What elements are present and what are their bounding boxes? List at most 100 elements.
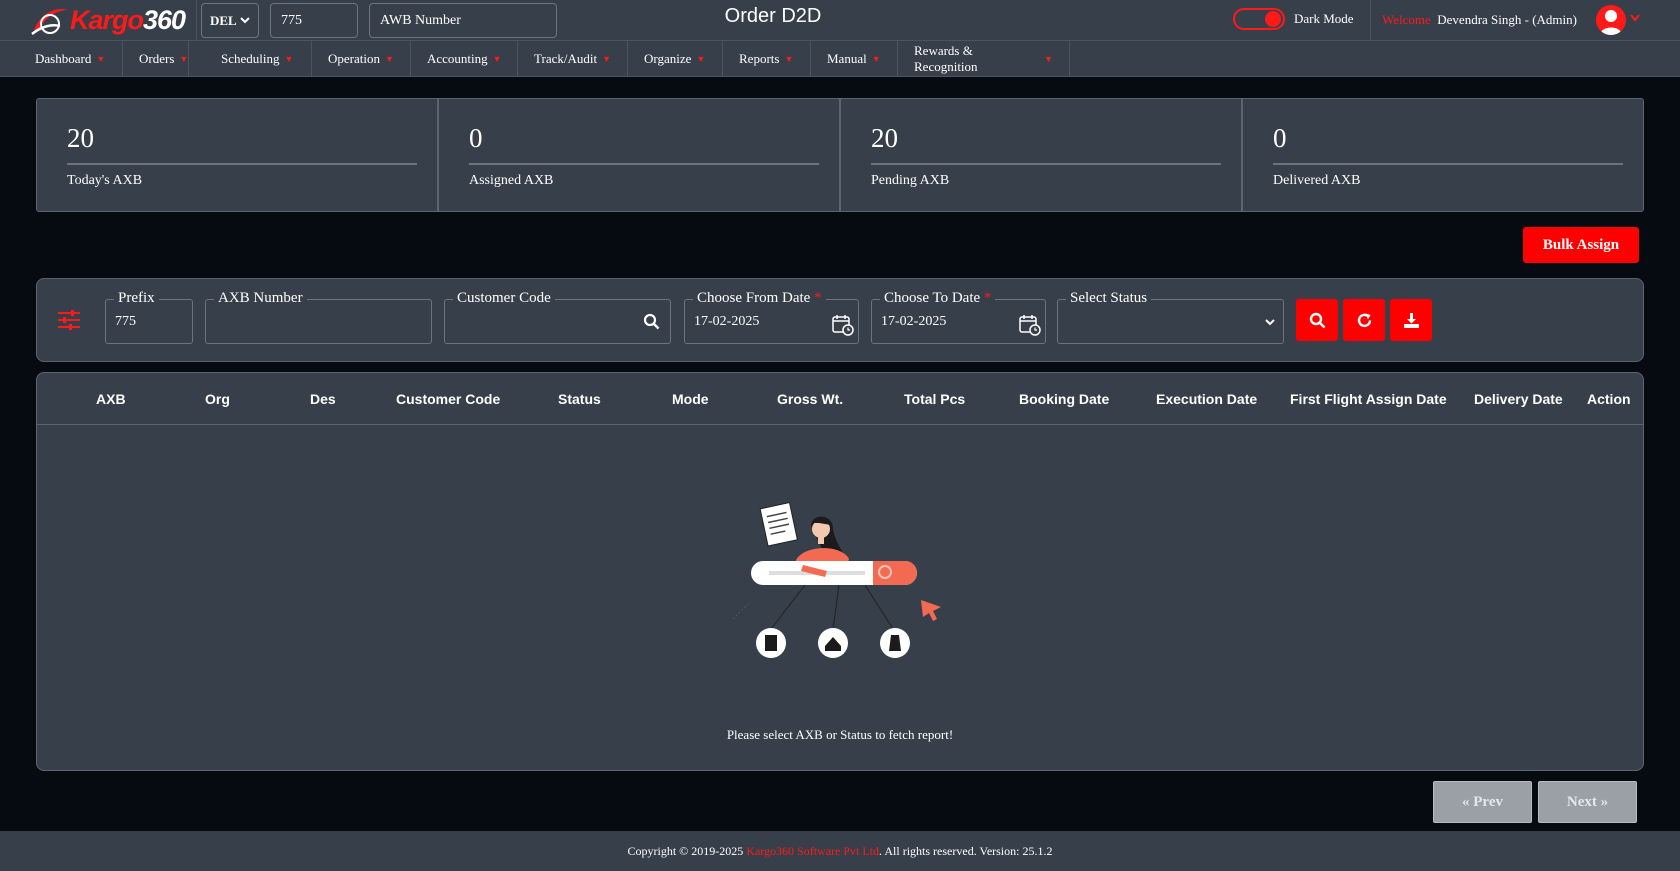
stat-value: 0 <box>469 123 483 153</box>
to-date-value: 17-02-2025 <box>881 314 947 329</box>
table-header: AXB Org Des Customer Code Status Mode Gr… <box>37 373 1643 425</box>
company-link[interactable]: Kargo360 Software Pvt Ltd <box>746 844 879 858</box>
to-date-field[interactable]: Choose To Date * 17-02-2025 <box>871 290 1046 344</box>
status-select[interactable]: Select Status <box>1057 290 1284 344</box>
welcome-text: Welcome Devendra Singh - (Admin) <box>1382 12 1577 28</box>
no-data-illustration <box>732 501 941 658</box>
chevron-down-icon[interactable] <box>1630 14 1640 22</box>
empty-state-message: Please select AXB or Status to fetch rep… <box>726 727 954 742</box>
chevron-down-icon: ▼ <box>96 54 106 64</box>
chevron-down-icon: ▼ <box>1044 54 1053 64</box>
nav-item-manual[interactable]: Manual ▼ <box>811 41 898 77</box>
awb-number-input[interactable] <box>369 3 557 38</box>
chevron-down-icon: ▼ <box>696 54 706 64</box>
airline-prefix-input[interactable] <box>270 3 358 38</box>
calendar-icon[interactable] <box>1019 314 1041 336</box>
column-header-customer-code[interactable]: Customer Code <box>396 391 500 407</box>
column-header-mode[interactable]: Mode <box>672 391 709 407</box>
nav-label: Orders <box>139 51 175 66</box>
stat-label: Pending AXB <box>871 173 950 188</box>
stat-card-pending-axb: 20 Pending AXB <box>841 99 1243 211</box>
search-button[interactable] <box>1296 299 1338 341</box>
nav-item-rewards[interactable]: Rewards & Recognition ▼ <box>898 41 1070 77</box>
download-button[interactable] <box>1390 299 1432 341</box>
divider <box>196 0 197 41</box>
column-header-des[interactable]: Des <box>310 391 336 407</box>
chevron-down-icon: ▼ <box>284 54 294 64</box>
kargo360-logo[interactable]: Kargo360 <box>30 4 186 36</box>
prefix-field[interactable]: Prefix 775 <box>105 290 193 344</box>
column-header-status[interactable]: Status <box>558 391 601 407</box>
user-icon <box>1600 10 1622 35</box>
nav-item-accounting[interactable]: Accounting ▼ <box>411 41 518 77</box>
calendar-icon[interactable] <box>832 314 854 336</box>
nav-item-scheduling[interactable]: Scheduling ▼ <box>205 41 312 77</box>
search-icon <box>1309 312 1325 328</box>
column-header-execution-date[interactable]: Execution Date <box>1156 391 1257 407</box>
filter-panel: Prefix 775 AXB Number Customer Code Choo… <box>36 278 1644 362</box>
nav-item-dashboard[interactable]: Dashboard ▼ <box>19 41 123 77</box>
next-page-button[interactable]: Next » <box>1538 781 1637 823</box>
nav-label: Rewards & Recognition <box>914 43 978 74</box>
station-select[interactable]: DEL <box>201 3 259 38</box>
column-header-total-pcs[interactable]: Total Pcs <box>904 391 965 407</box>
customer-code-label: Customer Code <box>453 290 555 307</box>
column-header-first-flight-assign-date[interactable]: First Flight Assign Date <box>1290 391 1447 407</box>
logo-swoosh-icon <box>31 8 68 35</box>
prev-label: Prev <box>1473 793 1503 810</box>
bulk-assign-button[interactable]: Bulk Assign <box>1523 227 1639 263</box>
nav-item-operation[interactable]: Operation ▼ <box>312 41 411 77</box>
required-mark: * <box>814 290 822 306</box>
column-header-axb[interactable]: AXB <box>96 391 126 407</box>
axb-number-label: AXB Number <box>214 290 307 307</box>
stat-value: 20 <box>871 123 898 153</box>
nav-label: Organize <box>644 51 692 66</box>
search-icon[interactable] <box>643 313 660 330</box>
station-value: DEL <box>210 12 237 28</box>
nav-item-track-audit[interactable]: Track/Audit ▼ <box>518 41 628 77</box>
user-avatar[interactable] <box>1596 5 1626 35</box>
reset-button[interactable] <box>1343 299 1385 341</box>
stat-label: Delivered AXB <box>1273 173 1361 188</box>
to-date-label: Choose To Date * <box>880 290 996 307</box>
refresh-icon <box>1357 313 1371 327</box>
customer-code-field[interactable]: Customer Code <box>444 290 671 344</box>
footer: Copyright © 2019-2025 Kargo360 Software … <box>0 831 1680 871</box>
chevron-down-icon: ▼ <box>602 54 611 64</box>
nav-label: Reports <box>739 51 780 66</box>
axb-number-field[interactable]: AXB Number <box>205 290 432 344</box>
welcome-label: Welcome <box>1382 12 1431 27</box>
stat-card-todays-axb: 20 Today's AXB <box>37 99 439 211</box>
column-header-gross-wt[interactable]: Gross Wt. <box>777 391 843 407</box>
stat-divider <box>871 163 1221 165</box>
stat-label: Today's AXB <box>67 173 143 188</box>
column-header-org[interactable]: Org <box>205 391 230 407</box>
nav-item-orders[interactable]: Orders ▼ <box>123 41 189 77</box>
column-header-delivery-date[interactable]: Delivery Date <box>1474 391 1563 407</box>
stat-divider <box>469 163 819 165</box>
from-date-value: 17-02-2025 <box>694 314 760 329</box>
column-header-booking-date[interactable]: Booking Date <box>1019 391 1109 407</box>
dark-mode-toggle[interactable] <box>1233 8 1285 30</box>
status-label: Select Status <box>1066 290 1152 307</box>
required-mark: * <box>983 290 992 306</box>
user-name: Devendra Singh - (Admin) <box>1437 12 1577 27</box>
divider <box>1370 0 1371 41</box>
nav-label: Track/Audit <box>534 51 598 66</box>
orders-table: AXB Org Des Customer Code Status Mode Gr… <box>36 372 1644 771</box>
chevron-down-icon <box>240 17 250 24</box>
prev-page-button[interactable]: « Prev <box>1433 781 1532 823</box>
column-header-action[interactable]: Action <box>1587 391 1631 407</box>
nav-item-reports[interactable]: Reports ▼ <box>723 41 811 77</box>
chevron-down-icon: ▼ <box>179 54 189 64</box>
from-date-label-text: Choose From Date <box>697 290 811 306</box>
stat-divider <box>1273 163 1623 165</box>
filter-sliders-icon[interactable] <box>57 309 81 331</box>
prefix-label: Prefix <box>114 290 159 307</box>
nav-item-organize[interactable]: Organize ▼ <box>628 41 723 77</box>
next-label: Next <box>1566 793 1597 810</box>
nav-label: Dashboard <box>35 51 92 66</box>
prefix-value: 775 <box>115 314 136 329</box>
page-title: Order D2D <box>724 5 822 27</box>
from-date-field[interactable]: Choose From Date * 17-02-2025 <box>684 290 859 344</box>
